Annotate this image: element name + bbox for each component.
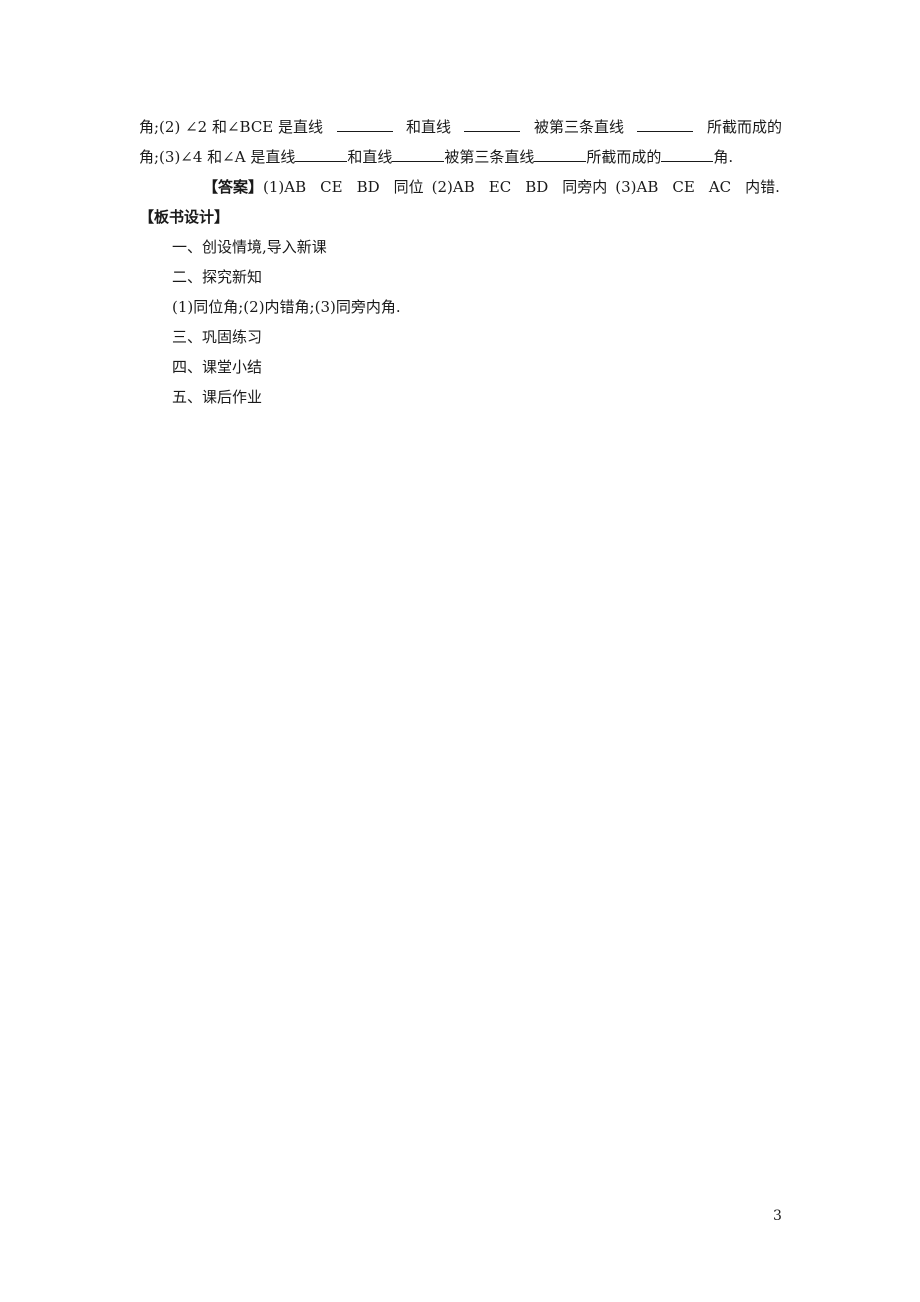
answer-item: BD (356, 178, 380, 196)
fill-blank (295, 147, 348, 162)
question-text: 所截而成的 (706, 118, 782, 136)
fill-blank (392, 147, 445, 162)
question-text: 所截而成的 (586, 148, 662, 166)
board-design-title: 【板书设计】 (139, 208, 230, 226)
question-line-2: 角;(3)∠4 和∠A 是直线 和直线 被第三条直线 所截而成的 角. (139, 147, 733, 167)
board-design-item: 一、创设情境,导入新课 (172, 238, 327, 256)
answer-item: (2)AB (431, 178, 475, 196)
answer-line: 【答案】(1)AB CE BD 同位 (2)AB EC BD 同旁内 (3)AB CE AC 内错. (203, 177, 780, 197)
answer-item: (3)AB (615, 178, 659, 196)
question-text: 和直线 (347, 148, 393, 166)
board-design-item: 二、探究新知 (172, 268, 263, 286)
fill-blank (637, 117, 694, 132)
answer-item: 内错. (745, 178, 780, 196)
question-text: 被第三条直线 (444, 148, 535, 166)
answer-item: AC (708, 178, 732, 196)
board-design-item: 三、巩固练习 (172, 328, 263, 346)
board-design-item: (1)同位角;(2)内错角;(3)同旁内角. (172, 298, 401, 316)
page-number: 3 (773, 1208, 782, 1224)
question-text: 角;(2) ∠2 和∠BCE 是直线 (139, 118, 324, 136)
question-text: 和直线 (405, 118, 451, 136)
answer-item: BD (525, 178, 549, 196)
answer-item: CE (320, 178, 343, 196)
fill-blank (336, 117, 393, 132)
question-text: 角;(3)∠4 和∠A 是直线 (139, 148, 296, 166)
answer-item: 同旁内 (562, 178, 608, 196)
fill-blank (464, 117, 521, 132)
question-text: 被第三条直线 (533, 118, 624, 136)
answer-item: CE (672, 178, 695, 196)
question-text: 角. (713, 148, 734, 166)
answer-item: 同位 (393, 178, 424, 196)
board-design-item: 四、课堂小结 (172, 358, 263, 376)
answer-label: 【答案】 (203, 178, 264, 196)
board-design-item: 五、课后作业 (172, 388, 263, 406)
fill-blank (534, 147, 587, 162)
answer-item: EC (488, 178, 512, 196)
question-line-1: 角;(2) ∠2 和∠BCE 是直线 和直线 被第三条直线 所截而成的 (139, 117, 782, 137)
answer-item: (1)AB (263, 178, 307, 196)
fill-blank (661, 147, 714, 162)
